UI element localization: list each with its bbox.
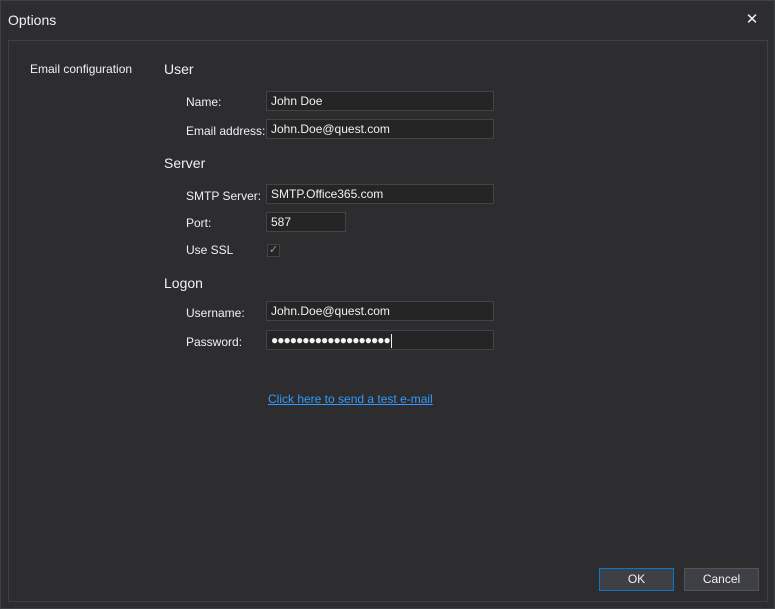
ok-button[interactable]: OK (599, 568, 674, 591)
check-icon: ✓ (268, 244, 279, 256)
text-caret (390, 333, 392, 348)
port-label: Port: (186, 216, 212, 230)
use-ssl-checkbox[interactable]: ✓ (267, 244, 280, 257)
port-input[interactable]: 587 (266, 212, 346, 232)
name-input[interactable]: John Doe (266, 91, 494, 111)
email-input[interactable]: John.Doe@quest.com (266, 119, 494, 139)
name-label: Name: (186, 95, 222, 109)
close-icon[interactable]: ✕ (742, 10, 762, 30)
window-title: Options (8, 12, 57, 28)
options-panel: Email configuration User Name: John Doe … (8, 40, 768, 602)
section-title-user: User (164, 61, 194, 77)
use-ssl-label: Use SSL (186, 243, 234, 257)
email-label: Email address: (186, 124, 266, 138)
title-bar: Options ✕ (1, 1, 774, 39)
smtp-server-label: SMTP Server: (186, 189, 262, 203)
smtp-server-input[interactable]: SMTP.Office365.com (266, 184, 494, 204)
options-dialog: Options ✕ Email configuration User Name:… (0, 0, 775, 609)
send-test-email-link[interactable]: Click here to send a test e-mail (268, 392, 433, 406)
cancel-button[interactable]: Cancel (684, 568, 759, 591)
username-label: Username: (186, 306, 245, 320)
section-title-server: Server (164, 155, 206, 171)
username-input[interactable]: John.Doe@quest.com (266, 301, 494, 321)
password-mask: ●●●●●●●●●●●●●●●●●●● (271, 333, 391, 347)
password-label: Password: (186, 335, 243, 349)
nav-item-email-configuration[interactable]: Email configuration (30, 62, 132, 76)
password-input[interactable]: ●●●●●●●●●●●●●●●●●●● (266, 330, 494, 350)
section-title-logon: Logon (164, 275, 203, 291)
